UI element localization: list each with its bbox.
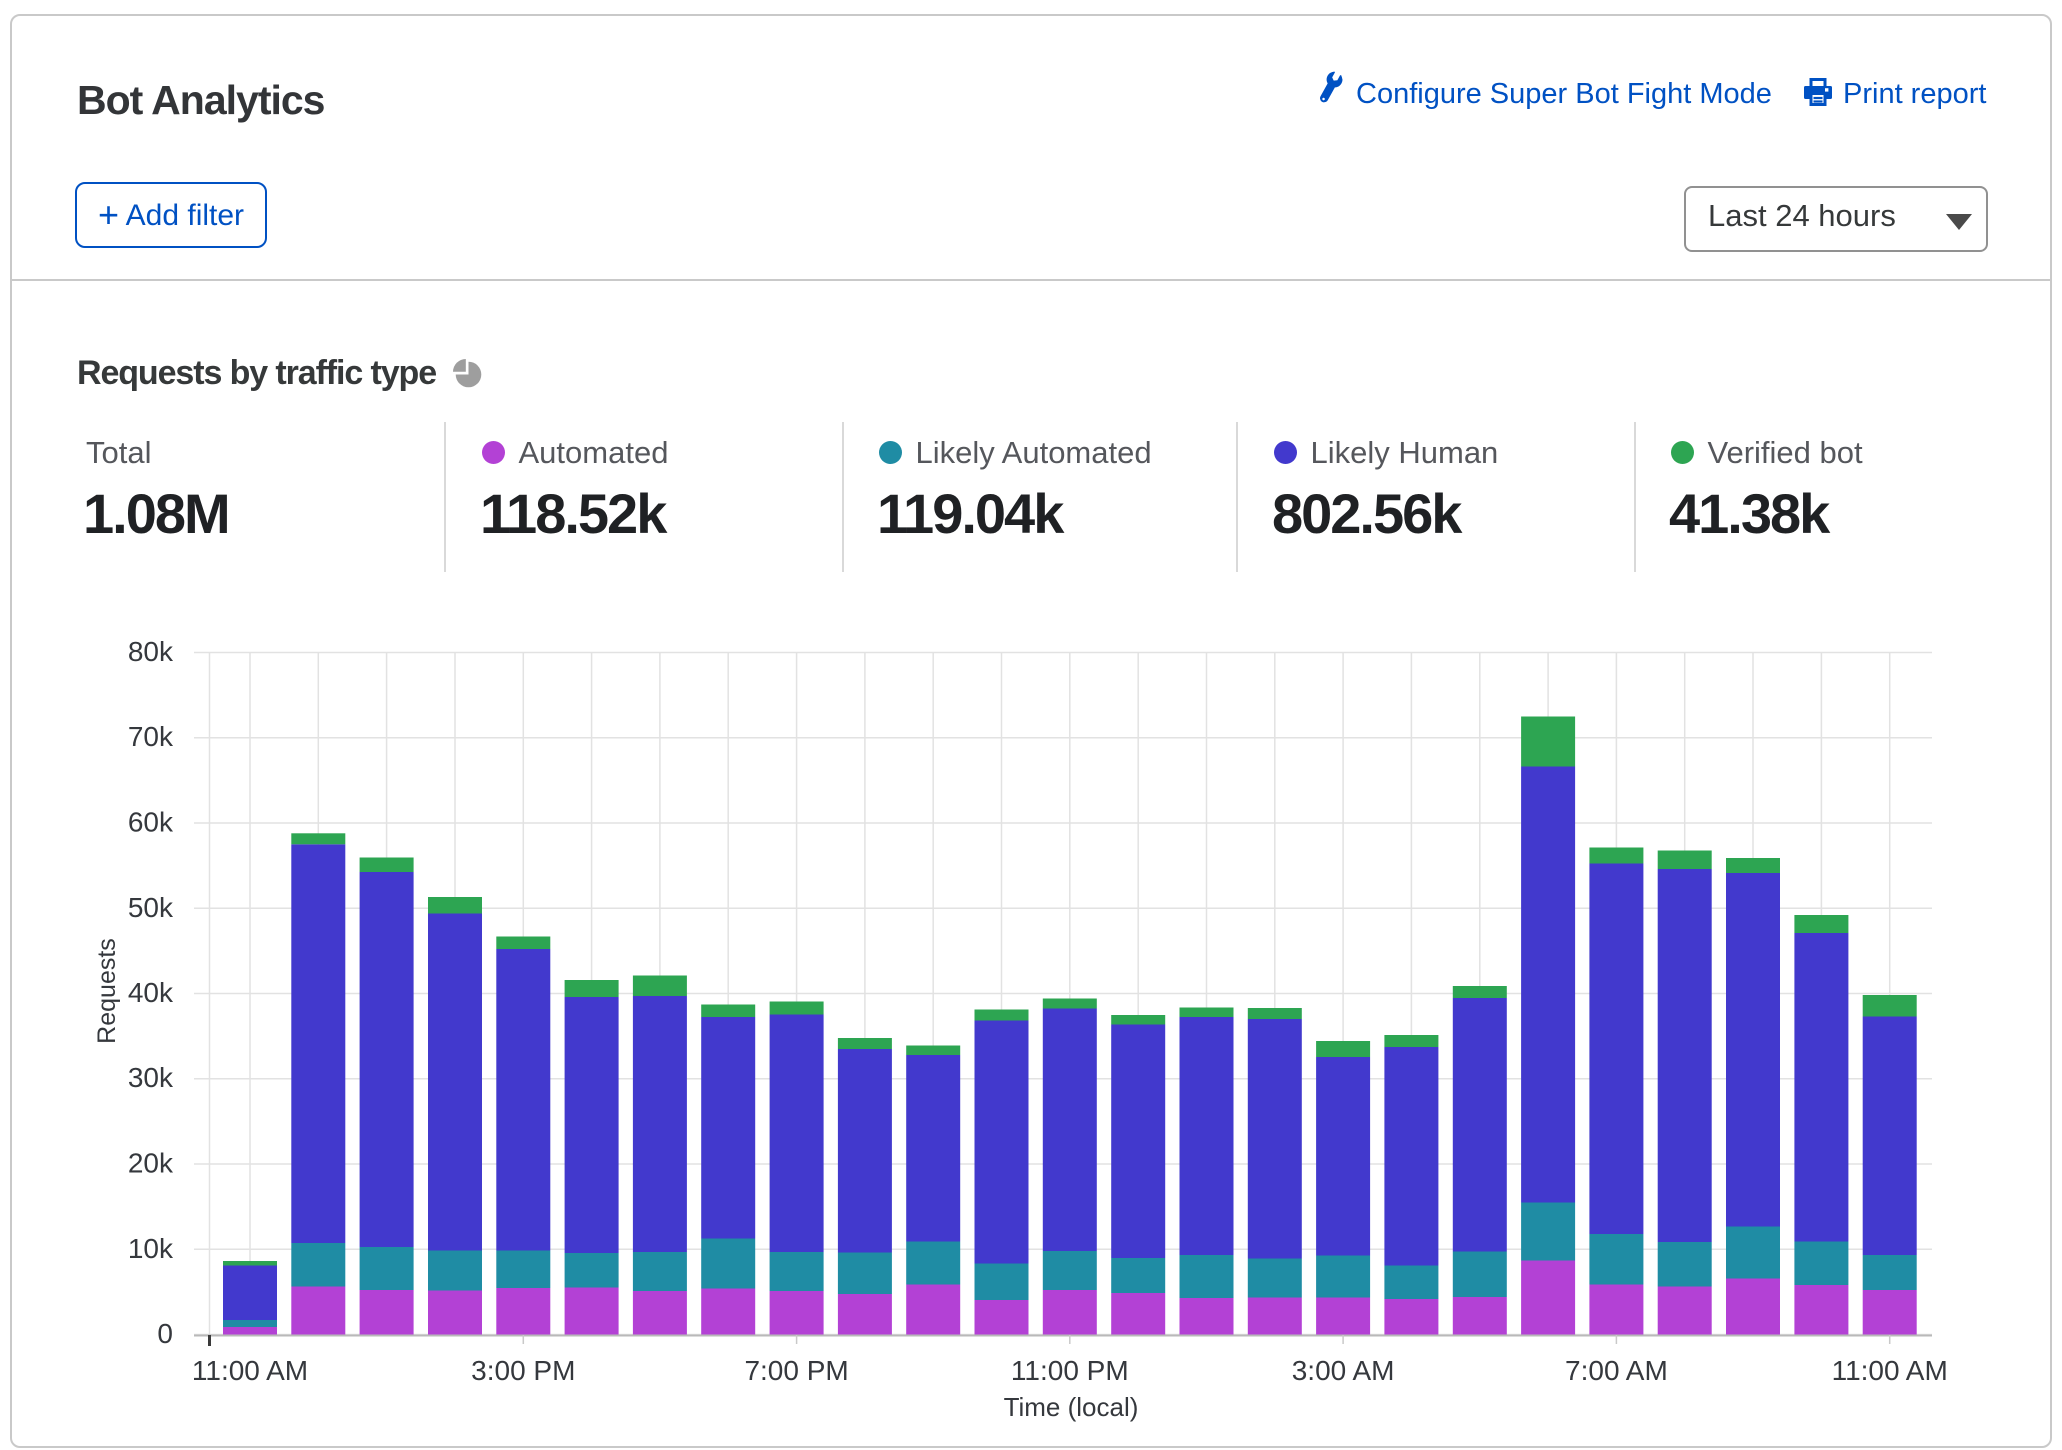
svg-text:Requests: Requests — [93, 938, 121, 1044]
svg-text:20k: 20k — [128, 1148, 174, 1179]
svg-text:7:00 PM: 7:00 PM — [744, 1355, 848, 1386]
svg-text:Time (local): Time (local) — [1004, 1392, 1139, 1422]
svg-text:3:00 PM: 3:00 PM — [471, 1355, 575, 1386]
svg-text:70k: 70k — [128, 721, 174, 752]
svg-text:50k: 50k — [128, 892, 174, 923]
svg-text:80k: 80k — [128, 636, 174, 667]
svg-text:60k: 60k — [128, 807, 174, 838]
svg-text:40k: 40k — [128, 977, 174, 1008]
svg-text:11:00 AM: 11:00 AM — [192, 1355, 308, 1386]
svg-text:3:00 AM: 3:00 AM — [1292, 1355, 1395, 1386]
svg-text:7:00 AM: 7:00 AM — [1565, 1355, 1668, 1386]
svg-text:11:00 PM: 11:00 PM — [1011, 1355, 1129, 1386]
svg-text:30k: 30k — [128, 1062, 174, 1093]
svg-text:11:00 AM: 11:00 AM — [1832, 1355, 1948, 1386]
svg-text:0: 0 — [157, 1318, 173, 1349]
svg-text:10k: 10k — [128, 1233, 174, 1264]
